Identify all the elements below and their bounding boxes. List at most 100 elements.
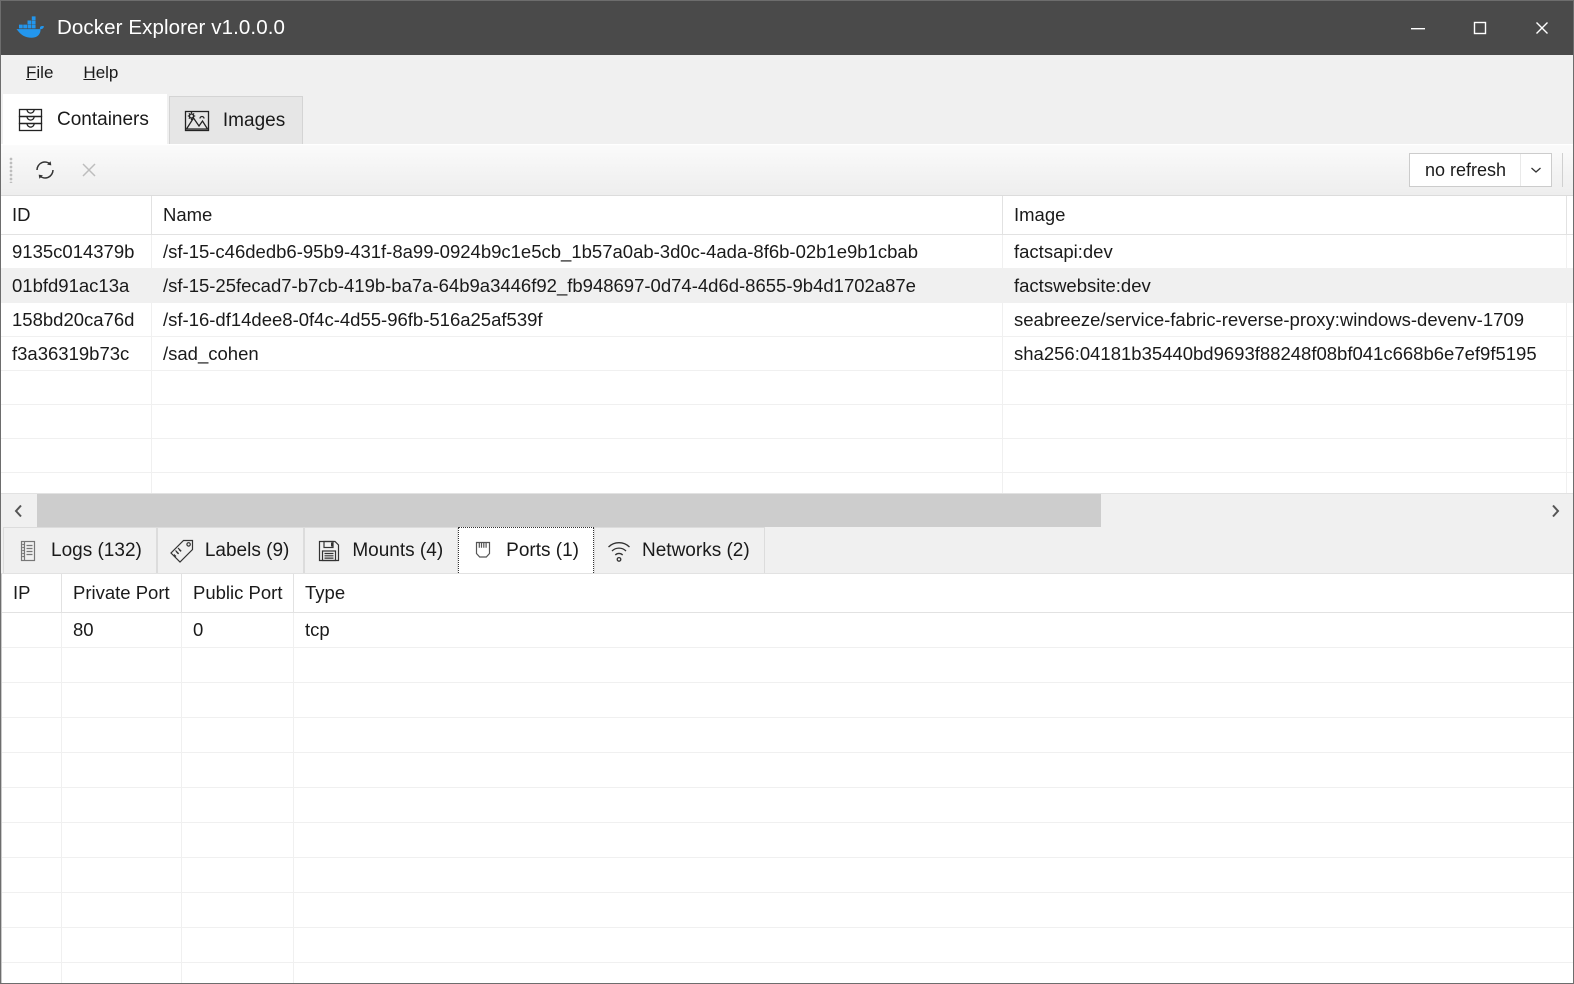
column-header-image[interactable]: Image — [1003, 196, 1567, 234]
toolbar-grip[interactable] — [9, 157, 13, 183]
close-icon — [1536, 22, 1548, 34]
scroll-thumb[interactable] — [37, 494, 1101, 527]
tab-ports-label: Ports (1) — [506, 539, 580, 561]
menu-file-label: ile — [36, 63, 54, 82]
table-row[interactable]: 158bd20ca76d /sf-16-df14dee8-0f4c-4d55-9… — [1, 303, 1573, 337]
ports-table-header: IP Private Port Public Port Type — [2, 574, 1573, 613]
tab-images[interactable]: Images — [168, 96, 304, 144]
minimize-button[interactable] — [1387, 1, 1449, 55]
cell-empty — [294, 753, 1573, 787]
tab-containers[interactable]: Containers — [3, 94, 167, 144]
tab-logs[interactable]: Logs (132) — [3, 527, 157, 573]
refresh-interval-combobox[interactable]: no refresh — [1408, 153, 1552, 187]
window-controls — [1387, 1, 1573, 55]
cell-empty — [62, 683, 182, 717]
table-row[interactable]: f3a36319b73c /sad_cohen sha256:04181b354… — [1, 337, 1573, 371]
tab-labels[interactable]: Labels (9) — [156, 527, 305, 573]
menu-bar: File Help — [1, 55, 1573, 92]
table-row-empty[interactable] — [2, 893, 1573, 928]
tab-labels-label: Labels (9) — [204, 539, 290, 561]
cell-empty — [294, 788, 1573, 822]
containers-table-header: ID Name Image — [1, 196, 1573, 235]
column-header-name[interactable]: Name — [152, 196, 1003, 234]
cell-empty — [62, 893, 182, 927]
table-row-empty[interactable] — [2, 928, 1573, 963]
table-row[interactable]: 01bfd91ac13a /sf-15-25fecad7-b7cb-419b-b… — [1, 269, 1573, 303]
close-button[interactable] — [1511, 1, 1573, 55]
cell-empty — [62, 648, 182, 682]
table-row-empty[interactable] — [2, 788, 1573, 823]
column-header-id[interactable]: ID — [1, 196, 152, 234]
table-row[interactable]: 9135c014379b /sf-15-c46dedb6-95b9-431f-8… — [1, 235, 1573, 269]
toolbar-right-separator — [1562, 153, 1563, 187]
tab-ports[interactable]: Ports (1) — [458, 527, 595, 573]
close-x-icon — [82, 163, 96, 177]
cell-id: 01bfd91ac13a — [1, 269, 152, 302]
cell-empty — [182, 963, 294, 983]
menu-help-label: elp — [95, 63, 119, 82]
ethernet-port-icon — [476, 541, 491, 558]
horizontal-scrollbar[interactable] — [1, 494, 1573, 527]
column-header-type[interactable]: Type — [294, 574, 1573, 612]
menu-help[interactable]: Help — [72, 60, 129, 86]
docker-whale-icon — [16, 16, 45, 38]
cell-empty — [182, 718, 294, 752]
cell-empty — [2, 753, 62, 787]
image-picture-icon — [184, 110, 210, 131]
chevron-left-icon — [14, 504, 22, 517]
cell-empty — [182, 928, 294, 962]
column-header-public-port[interactable]: Public Port — [182, 574, 294, 612]
containers-stack-icon — [18, 108, 43, 131]
column-header-private-port[interactable]: Private Port — [62, 574, 182, 612]
cell-empty — [2, 648, 62, 682]
table-row-empty[interactable] — [2, 823, 1573, 858]
table-row[interactable]: 80 0 tcp — [2, 613, 1573, 648]
table-row-empty[interactable] — [2, 683, 1573, 718]
cell-empty — [152, 473, 1003, 493]
menu-file[interactable]: File — [15, 60, 64, 86]
scroll-left-button[interactable] — [1, 494, 37, 527]
cell-id: 9135c014379b — [1, 235, 152, 268]
cell-empty — [2, 858, 62, 892]
table-row-empty[interactable] — [2, 858, 1573, 893]
cell-empty — [2, 928, 62, 962]
floppy-disk-icon — [319, 540, 340, 561]
table-row-empty[interactable] — [2, 753, 1573, 788]
cell-empty — [294, 823, 1573, 857]
cell-empty — [62, 858, 182, 892]
detail-tab-strip: Logs (132) Labels (9) Mounts (4) Ports (… — [1, 527, 1573, 573]
cell-empty — [1003, 405, 1567, 438]
cell-public-port: 0 — [182, 613, 294, 647]
cell-image: seabreeze/service-fabric-reverse-proxy:w… — [1003, 303, 1567, 336]
table-row-empty[interactable] — [2, 648, 1573, 683]
table-row-empty[interactable] — [1, 371, 1573, 405]
table-row-empty[interactable] — [2, 963, 1573, 983]
cell-empty — [2, 683, 62, 717]
scroll-right-button[interactable] — [1537, 494, 1573, 527]
stop-button[interactable] — [67, 150, 111, 190]
toolbar: no refresh — [1, 144, 1573, 196]
table-row-empty[interactable] — [1, 405, 1573, 439]
tab-networks[interactable]: Networks (2) — [594, 527, 765, 573]
cell-ip — [2, 613, 62, 647]
cell-empty — [182, 648, 294, 682]
cell-empty — [182, 753, 294, 787]
maximize-button[interactable] — [1449, 1, 1511, 55]
tab-images-label: Images — [222, 109, 286, 131]
cell-empty — [2, 718, 62, 752]
chevron-down-icon[interactable] — [1520, 154, 1551, 186]
chevron-down-glyph — [1531, 167, 1541, 173]
cell-private-port: 80 — [62, 613, 182, 647]
column-header-ip[interactable]: IP — [2, 574, 62, 612]
scroll-track[interactable] — [37, 494, 1537, 527]
table-row-empty[interactable] — [1, 439, 1573, 473]
cell-empty — [182, 893, 294, 927]
cell-empty — [294, 683, 1573, 717]
table-row-empty[interactable] — [1, 473, 1573, 493]
tab-mounts[interactable]: Mounts (4) — [304, 527, 459, 573]
refresh-button[interactable] — [23, 150, 67, 190]
minimize-icon — [1411, 28, 1425, 30]
table-row-empty[interactable] — [2, 718, 1573, 753]
cell-empty — [1, 439, 152, 472]
cell-name: /sf-15-25fecad7-b7cb-419b-ba7a-64b9a3446… — [152, 269, 1003, 302]
